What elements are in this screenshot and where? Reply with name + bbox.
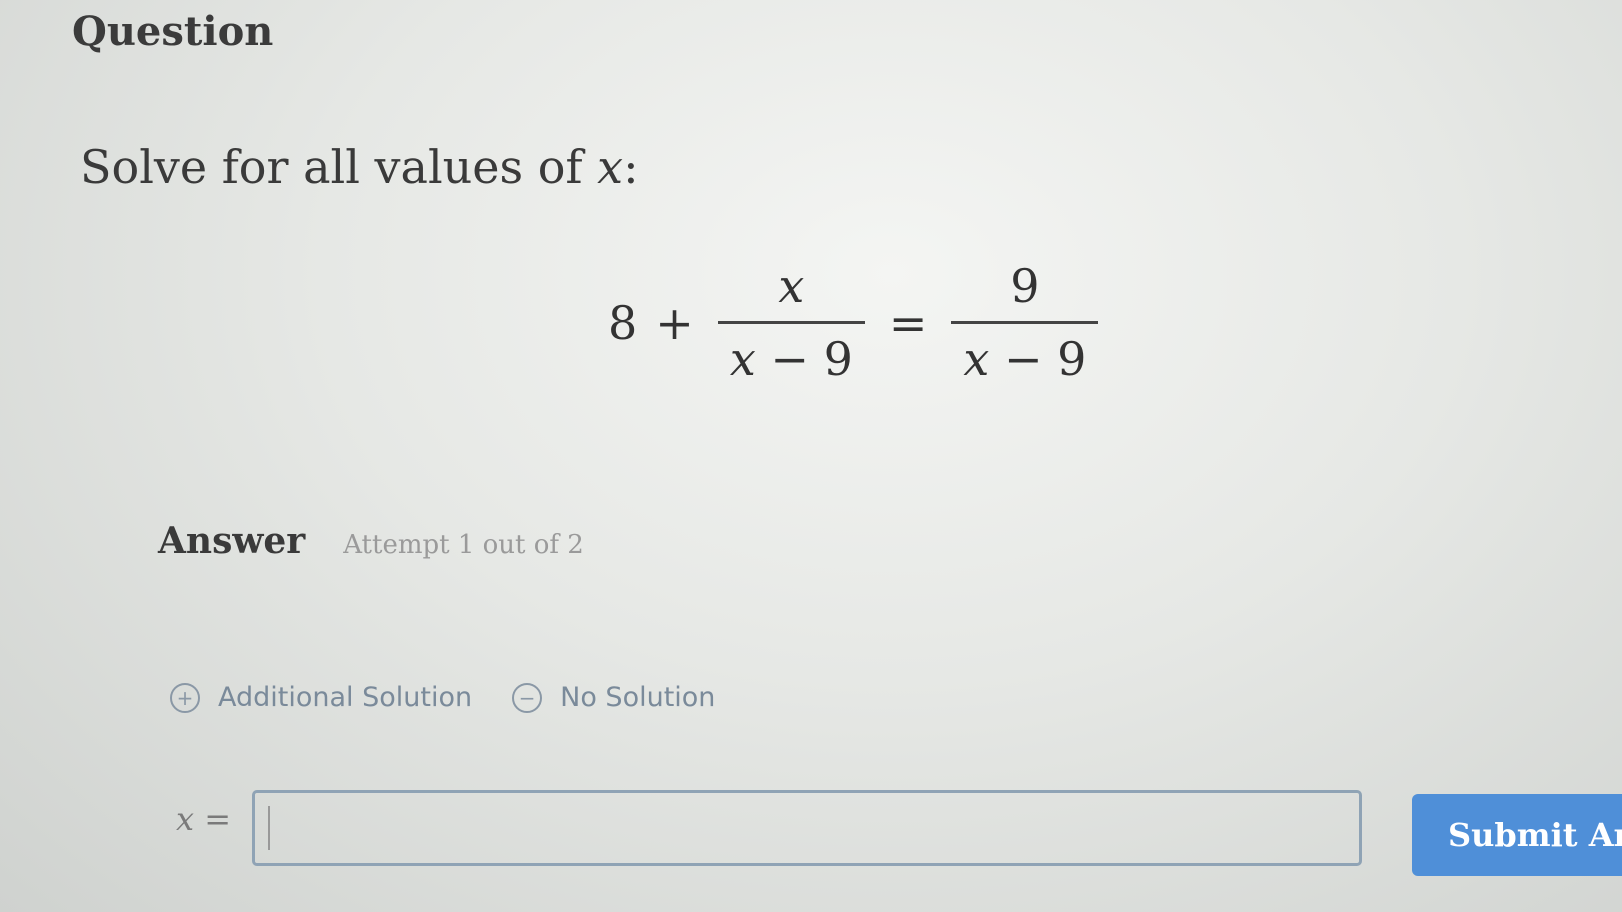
solution-options: + Additional Solution − No Solution: [170, 682, 715, 713]
minus-circle-icon: −: [512, 682, 543, 713]
right-numerator: 9: [1010, 259, 1040, 313]
additional-solution-label: Additional Solution: [218, 682, 473, 713]
left-denominator: x − 9: [718, 328, 865, 390]
plus-circle-icon: +: [170, 682, 200, 713]
additional-solution-button[interactable]: + Additional Solution: [170, 682, 472, 713]
no-solution-label: No Solution: [560, 682, 716, 713]
answer-header: Answer Attempt 1 out of 2: [158, 520, 584, 562]
right-denominator-rest: − 9: [989, 332, 1087, 386]
prompt-variable: x: [597, 140, 624, 194]
left-denominator-var: x: [729, 332, 756, 386]
left-denominator-rest: − 9: [755, 332, 853, 386]
text-caret: [268, 806, 270, 850]
prompt-colon: :: [623, 140, 639, 194]
question-heading: Question: [72, 8, 274, 55]
left-numerator: x: [778, 259, 805, 313]
question-prompt: Solve for all values of x:: [80, 140, 639, 194]
left-fraction: x x − 9: [717, 255, 865, 390]
submit-answer-button[interactable]: Submit An: [1412, 794, 1622, 876]
equation-plus: +: [655, 295, 694, 350]
right-fraction: 9 x − 9: [951, 255, 1099, 390]
input-variable: x: [176, 800, 195, 838]
answer-input[interactable]: [252, 790, 1362, 866]
left-fraction-bar: [717, 321, 865, 324]
right-denominator-var: x: [963, 332, 990, 386]
equation: 8 + x x − 9 = 9 x − 9: [608, 255, 1104, 390]
equation-constant: 8: [608, 295, 638, 350]
answer-label: Answer: [158, 520, 306, 562]
right-denominator: x − 9: [951, 328, 1098, 390]
input-equals: =: [194, 800, 232, 838]
no-solution-button[interactable]: − No Solution: [512, 682, 715, 713]
equation-equals: =: [888, 295, 928, 350]
input-variable-label: x =: [176, 800, 231, 838]
attempt-counter: Attempt 1 out of 2: [343, 530, 584, 560]
prompt-text: Solve for all values of: [80, 140, 598, 194]
right-fraction-bar: [951, 321, 1099, 324]
